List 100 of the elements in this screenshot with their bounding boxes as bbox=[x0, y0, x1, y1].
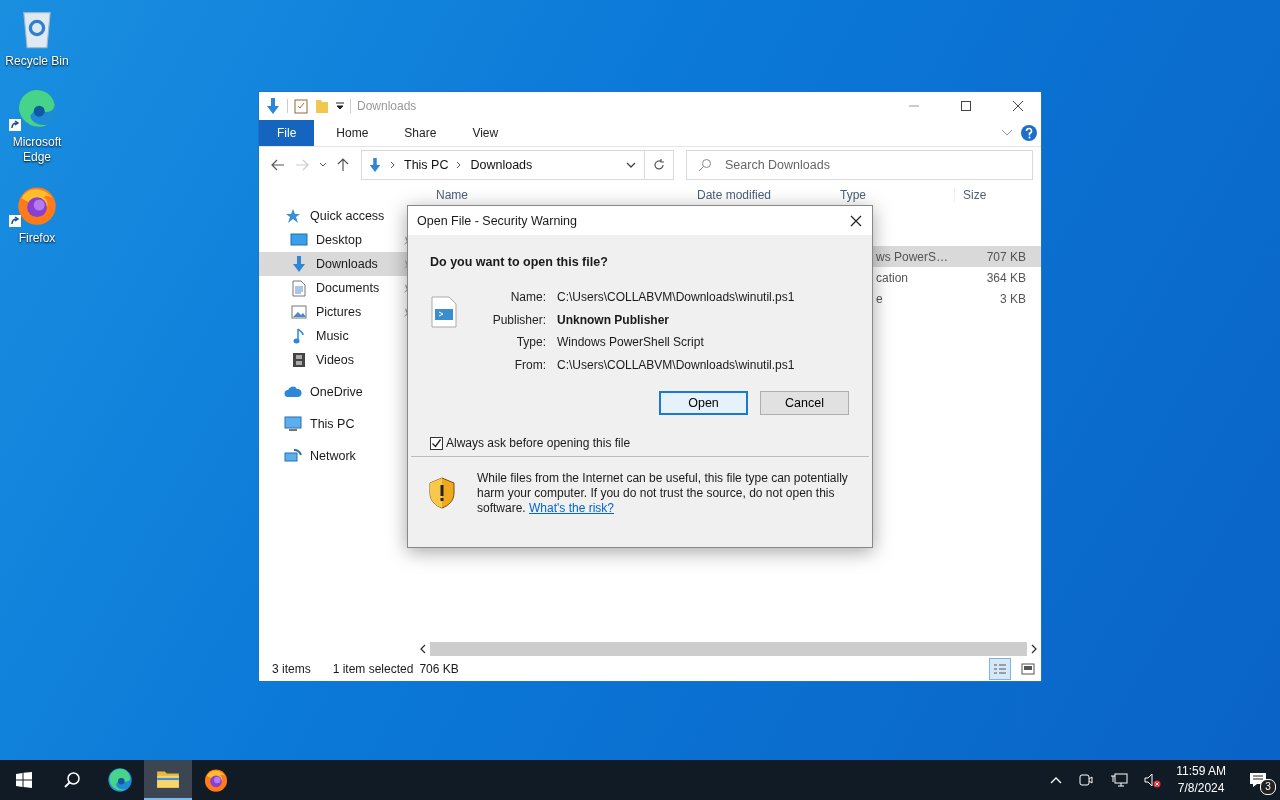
up-arrow-icon[interactable] bbox=[337, 158, 349, 172]
speaker-muted-icon[interactable] bbox=[1144, 772, 1163, 788]
sidebar-item[interactable]: This PC bbox=[259, 412, 416, 436]
download-icon bbox=[265, 97, 281, 115]
sidebar-item[interactable]: Music bbox=[259, 324, 416, 348]
file-menu-tab[interactable]: File bbox=[259, 120, 315, 146]
view-toggle[interactable] bbox=[989, 658, 1011, 680]
field-label: Type: bbox=[515, 335, 546, 351]
dialog-button[interactable]: Open bbox=[659, 391, 748, 415]
dialog-question: Do you want to open this file? bbox=[430, 255, 609, 269]
sidebar-label: OneDrive bbox=[310, 385, 363, 399]
music-note-icon bbox=[293, 327, 305, 345]
table-cell: 707 KB bbox=[986, 249, 1026, 264]
column-header[interactable]: Type bbox=[834, 188, 954, 202]
sidebar-item[interactable]: Pictures bbox=[259, 300, 416, 324]
table-cell: 364 KB bbox=[986, 270, 1026, 285]
sidebar-label: Videos bbox=[316, 353, 354, 367]
ribbon-tab[interactable]: Home bbox=[322, 120, 383, 146]
ribbon-tab[interactable]: View bbox=[458, 120, 513, 146]
column-header[interactable]: Date modified bbox=[691, 188, 834, 202]
clock-date: 7/8/2024 bbox=[1177, 780, 1225, 797]
selection-info: 1 item selected bbox=[332, 662, 414, 676]
sidebar-label: Documents bbox=[316, 281, 380, 295]
scrollbar-thumb[interactable] bbox=[430, 642, 1027, 656]
sidebar-item[interactable]: Desktop bbox=[259, 228, 416, 252]
sidebar-label: Music bbox=[316, 329, 349, 343]
field-value: Unknown Publisher bbox=[557, 312, 670, 328]
selection-size: 706 KB bbox=[419, 662, 459, 676]
document-icon bbox=[292, 279, 306, 297]
camera-icon[interactable] bbox=[1078, 772, 1095, 788]
help-icon[interactable] bbox=[1021, 125, 1037, 141]
field-label: Publisher: bbox=[491, 312, 546, 328]
field-value: Windows PowerShell Script bbox=[557, 335, 705, 351]
search-icon bbox=[62, 770, 82, 790]
sidebar-label: Pictures bbox=[316, 305, 362, 319]
checkbox-label[interactable]: Always ask before opening this file bbox=[446, 436, 631, 450]
computer-icon bbox=[284, 416, 302, 432]
sidebar-label: This PC bbox=[310, 417, 355, 431]
star-icon bbox=[285, 208, 301, 224]
network-icon bbox=[284, 448, 302, 464]
dialog-title: Open File - Security Warning bbox=[417, 213, 577, 228]
notification-count: 3 bbox=[1260, 779, 1276, 795]
chevron-down-icon[interactable] bbox=[319, 162, 327, 168]
table-cell: ws PowerS… bbox=[876, 249, 949, 264]
sidebar-item[interactable]: Quick access bbox=[259, 204, 416, 228]
back-arrow-icon[interactable] bbox=[271, 159, 285, 171]
dropdown-icon[interactable] bbox=[336, 102, 344, 110]
properties-icon[interactable] bbox=[294, 98, 308, 114]
ribbon-tab[interactable]: Share bbox=[390, 120, 451, 146]
chevron-up-icon[interactable] bbox=[1050, 776, 1063, 784]
chevron-right-icon bbox=[390, 161, 396, 169]
taskbar-app[interactable] bbox=[144, 760, 192, 800]
refresh-icon bbox=[653, 159, 665, 171]
column-header[interactable]: Name bbox=[416, 188, 691, 202]
search-icon bbox=[698, 158, 712, 172]
scroll-right-icon[interactable] bbox=[1029, 642, 1039, 656]
edge-icon bbox=[107, 767, 133, 793]
address-bar[interactable]: This PC Downloads bbox=[361, 150, 645, 180]
risk-link[interactable]: What's the risk? bbox=[529, 501, 614, 515]
notification-button[interactable]: 3 bbox=[1236, 760, 1280, 800]
sidebar-label: Quick access bbox=[310, 209, 385, 223]
scroll-left-icon[interactable] bbox=[418, 642, 428, 656]
dialog-button[interactable]: Cancel bbox=[760, 391, 849, 415]
download-icon bbox=[291, 255, 307, 273]
window-title: Downloads bbox=[357, 99, 417, 113]
desktop-shortcut[interactable]: Recycle Bin bbox=[0, 6, 74, 69]
sidebar-item[interactable]: OneDrive bbox=[259, 380, 416, 404]
details-view-icon bbox=[993, 663, 1007, 675]
network-icon[interactable] bbox=[1110, 772, 1129, 788]
close-icon[interactable] bbox=[850, 214, 862, 227]
field-label: From: bbox=[513, 357, 546, 373]
desktop-shortcut[interactable]: Firefox bbox=[0, 183, 74, 246]
table-cell: cation bbox=[876, 270, 909, 285]
sidebar-label: Desktop bbox=[316, 233, 362, 247]
field-value: C:\Users\COLLABVM\Downloads\winutil.ps1 bbox=[557, 357, 795, 373]
sidebar-item[interactable]: Network bbox=[259, 444, 416, 468]
search-field[interactable]: Search Downloads bbox=[686, 150, 1033, 180]
chevron-down-icon[interactable] bbox=[626, 162, 636, 168]
breadcrumb-item[interactable]: This PC bbox=[404, 158, 449, 172]
item-count: 3 items bbox=[272, 662, 311, 676]
desktop-icon bbox=[290, 232, 308, 248]
shield-warning-icon bbox=[428, 477, 456, 509]
clock-time: 11:59 AM bbox=[1176, 763, 1226, 780]
windows-logo-icon bbox=[16, 772, 32, 788]
breadcrumb-item[interactable]: Downloads bbox=[470, 158, 533, 172]
column-header[interactable]: Size bbox=[954, 188, 1032, 202]
warning-text: While files from the Internet can be useful, this file type can potentially harm your computer. If you do not trust the source, do not open this software. What's the risk? bbox=[477, 471, 849, 516]
clock[interactable]: 11:59 AM 7/8/2024 bbox=[1176, 763, 1226, 797]
desktop-shortcut[interactable]: Microsoft Edge bbox=[0, 87, 74, 165]
desktop-icon-label: Microsoft Edge bbox=[11, 135, 63, 165]
checkbox[interactable] bbox=[430, 436, 443, 450]
edge-icon bbox=[15, 87, 59, 131]
field-label: Name: bbox=[509, 290, 546, 306]
cloud-icon bbox=[284, 386, 302, 398]
field-value: C:\Users\COLLABVM\Downloads\winutil.ps1 bbox=[557, 290, 795, 306]
sidebar-label: Network bbox=[310, 449, 356, 463]
download-icon bbox=[368, 157, 382, 173]
sidebar-item[interactable]: Videos bbox=[259, 348, 416, 372]
table-cell: e bbox=[876, 291, 883, 306]
refresh-button[interactable] bbox=[644, 150, 674, 180]
